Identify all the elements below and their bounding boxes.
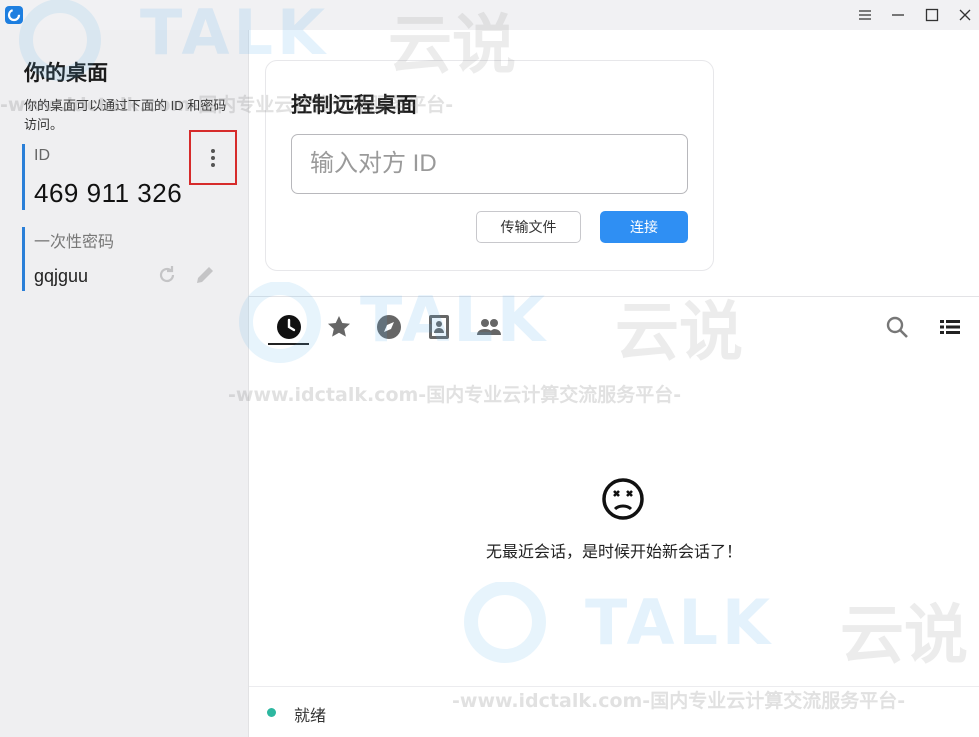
search-button[interactable] [883,313,911,341]
people-icon [477,319,501,335]
search-icon [886,316,908,338]
sad-face-icon [602,478,644,520]
tab-favorites[interactable] [325,313,353,341]
status-indicator-dot [267,708,276,717]
list-view-icon [940,320,960,334]
active-tab-indicator [268,343,309,345]
watermark-brand: TALK [585,586,775,659]
tab-recent[interactable] [275,313,303,341]
id-value[interactable]: 469 911 326 [34,178,182,209]
status-divider [249,686,979,687]
password-label: 一次性密码 [34,234,115,251]
tab-address-book[interactable] [425,313,453,341]
watermark-url: -www.idctalk.com-国内专业云计算交流服务平台- [228,384,682,406]
sidebar: 你的桌面 你的桌面可以通过下面的 ID 和密码访问。 ID 469 911 32… [0,30,249,737]
section-divider [249,296,979,297]
close-icon[interactable] [955,5,975,25]
tab-discovered[interactable] [375,313,403,341]
status-text: 就绪 [294,708,327,725]
more-options-button[interactable] [189,130,237,185]
hamburger-icon[interactable] [855,5,875,25]
refresh-icon[interactable] [155,263,179,287]
transfer-file-button[interactable]: 传输文件 [476,211,581,243]
id-label: ID [34,147,50,164]
desktop-title: 你的桌面 [24,62,108,85]
connect-button[interactable]: 连接 [600,211,688,243]
title-bar [0,0,979,30]
watermark-brand-cn: 云说 [840,599,968,673]
empty-state-message: 无最近会话，是时候开始新会话了！ [485,544,742,561]
maximize-icon[interactable] [922,5,942,25]
list-view-button[interactable] [937,314,963,340]
password-value[interactable]: gqjguu [34,266,88,287]
password-accent-bar [22,227,25,291]
star-icon [328,316,350,337]
edit-pencil-icon[interactable] [193,263,217,287]
more-vertical-icon [211,148,215,167]
remote-control-title: 控制远程桌面 [291,94,417,117]
compass-icon [377,315,401,339]
minimize-icon[interactable] [888,5,908,25]
clock-icon [277,315,301,339]
id-accent-bar [22,144,25,210]
watermark-brand-cn: 云说 [615,296,743,370]
tab-group[interactable] [475,313,503,341]
watermark-logo-icon [464,582,546,663]
watermark-url: -www.idctalk.com-国内专业云计算交流服务平台- [452,690,906,712]
remote-id-input[interactable] [291,134,688,194]
contacts-icon [429,315,449,339]
app-logo-icon [5,6,23,24]
desktop-description: 你的桌面可以通过下面的 ID 和密码访问。 [24,98,227,132]
